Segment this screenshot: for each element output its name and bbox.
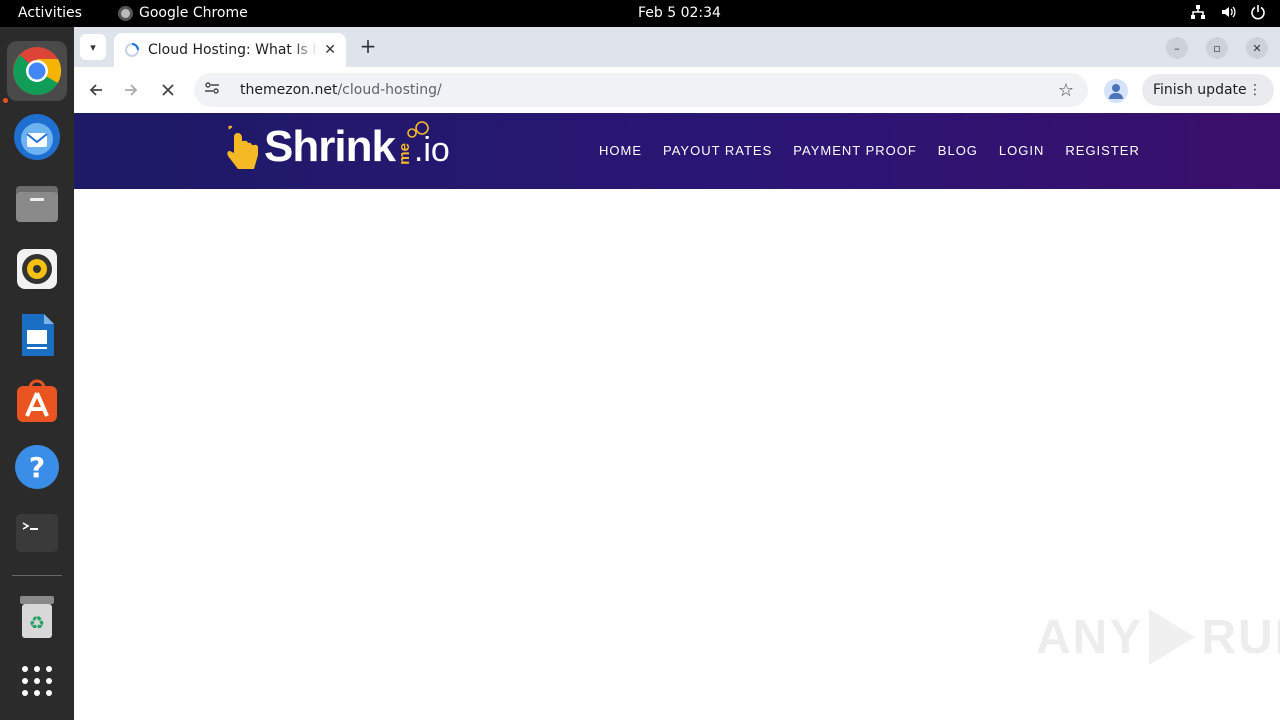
site-logo[interactable]: Shrink me .io bbox=[224, 121, 450, 173]
arrow-left-icon bbox=[89, 84, 102, 96]
power-icon bbox=[1250, 4, 1266, 24]
watermark-right: RUN bbox=[1201, 610, 1280, 664]
tab-active[interactable]: Cloud Hosting: What Is It ✕ bbox=[114, 33, 346, 67]
nav-login[interactable]: LOGIN bbox=[999, 143, 1044, 158]
more-vert-icon: ⋮ bbox=[1248, 82, 1262, 98]
dock-terminal[interactable] bbox=[7, 503, 67, 563]
rhythmbox-icon bbox=[17, 249, 57, 289]
url-path: /cloud-hosting/ bbox=[337, 82, 442, 98]
dock-files[interactable] bbox=[7, 173, 67, 233]
dock-trash[interactable]: ♻ bbox=[7, 587, 67, 647]
terminal-icon bbox=[16, 514, 58, 552]
maximize-button[interactable]: ▫ bbox=[1206, 37, 1228, 59]
activities-button[interactable]: Activities bbox=[18, 5, 82, 21]
browser-toolbar: themezon.net/cloud-hosting/ ☆ Finish upd… bbox=[74, 67, 1280, 113]
logo-me: me bbox=[395, 143, 413, 165]
stop-loading-icon bbox=[162, 84, 174, 96]
writer-icon bbox=[22, 314, 54, 356]
running-indicator bbox=[3, 98, 8, 103]
chrome-icon bbox=[13, 47, 62, 96]
tab-strip: ▾ Cloud Hosting: What Is It ✕ + – ▫ ✕ bbox=[74, 27, 1280, 67]
dock: ? ♻ bbox=[0, 27, 74, 720]
site-header: Shrink me .io HOME PAYOUT RATES PAYMENT … bbox=[74, 113, 1280, 189]
dock-show-apps[interactable] bbox=[7, 651, 67, 711]
dock-rhythmbox[interactable] bbox=[7, 239, 67, 299]
logo-text: Shrink bbox=[264, 122, 396, 171]
tab-title: Cloud Hosting: What Is It bbox=[148, 42, 318, 58]
show-apps-icon bbox=[22, 666, 52, 696]
tab-search-button[interactable]: ▾ bbox=[80, 34, 106, 60]
files-icon bbox=[16, 186, 58, 222]
arrow-right-icon bbox=[125, 84, 138, 96]
nav-home[interactable]: HOME bbox=[599, 143, 642, 158]
logo-rings-icon bbox=[407, 121, 429, 138]
svg-text:♻: ♻ bbox=[29, 613, 45, 634]
watermark-left: ANY bbox=[1036, 610, 1144, 664]
dock-thunderbird[interactable] bbox=[7, 107, 67, 167]
nav-register[interactable]: REGISTER bbox=[1065, 143, 1139, 158]
chrome-small-icon bbox=[118, 5, 133, 21]
bookmark-star-icon[interactable]: ☆ bbox=[1058, 80, 1074, 101]
site-nav: HOME PAYOUT RATES PAYMENT PROOF BLOG LOG… bbox=[599, 143, 1140, 158]
svg-text:?: ? bbox=[29, 451, 45, 484]
minimize-button[interactable]: – bbox=[1166, 37, 1188, 59]
system-tray[interactable] bbox=[1190, 4, 1266, 24]
finish-update-button[interactable]: Finish update ⋮ bbox=[1142, 74, 1274, 106]
app-name-label: Google Chrome bbox=[139, 5, 248, 21]
play-triangle-icon bbox=[1149, 609, 1196, 665]
dock-writer[interactable] bbox=[7, 305, 67, 365]
nav-payout-rates[interactable]: PAYOUT RATES bbox=[663, 143, 772, 158]
new-tab-button[interactable]: + bbox=[356, 35, 380, 59]
chevron-down-icon: ▾ bbox=[90, 40, 96, 54]
close-window-button[interactable]: ✕ bbox=[1246, 37, 1268, 59]
network-icon bbox=[1190, 4, 1206, 24]
finish-update-label: Finish update bbox=[1153, 82, 1247, 98]
dock-help[interactable]: ? bbox=[7, 437, 67, 497]
trash-icon: ♻ bbox=[20, 596, 54, 638]
dock-app-center[interactable] bbox=[7, 371, 67, 431]
back-button[interactable] bbox=[84, 78, 108, 102]
dock-chrome[interactable] bbox=[7, 41, 67, 101]
app-center-icon bbox=[17, 379, 57, 422]
help-icon: ? bbox=[15, 445, 59, 489]
profile-avatar-icon[interactable] bbox=[1104, 79, 1128, 103]
close-tab-icon[interactable]: ✕ bbox=[324, 42, 336, 58]
nav-blog[interactable]: BLOG bbox=[938, 143, 978, 158]
chrome-window: ▾ Cloud Hosting: What Is It ✕ + – ▫ ✕ th… bbox=[74, 27, 1280, 720]
url-host: themezon.net bbox=[240, 82, 338, 98]
dock-separator bbox=[12, 575, 62, 576]
app-menu[interactable]: Google Chrome bbox=[118, 5, 248, 21]
forward-button[interactable] bbox=[119, 78, 143, 102]
loading-icon bbox=[125, 43, 139, 57]
address-bar[interactable]: themezon.net/cloud-hosting/ ☆ bbox=[194, 73, 1088, 107]
anyrun-watermark: ANY RUN bbox=[1036, 609, 1280, 665]
clock[interactable]: Feb 5 02:34 bbox=[638, 5, 721, 21]
site-info-icon[interactable] bbox=[204, 81, 226, 99]
pointing-hand-icon bbox=[227, 125, 258, 169]
volume-icon bbox=[1220, 4, 1236, 24]
stop-button[interactable] bbox=[156, 78, 180, 102]
system-top-bar: Activities Google Chrome Feb 5 02:34 bbox=[0, 0, 1280, 27]
nav-payment-proof[interactable]: PAYMENT PROOF bbox=[793, 143, 917, 158]
thunderbird-icon bbox=[14, 114, 60, 160]
